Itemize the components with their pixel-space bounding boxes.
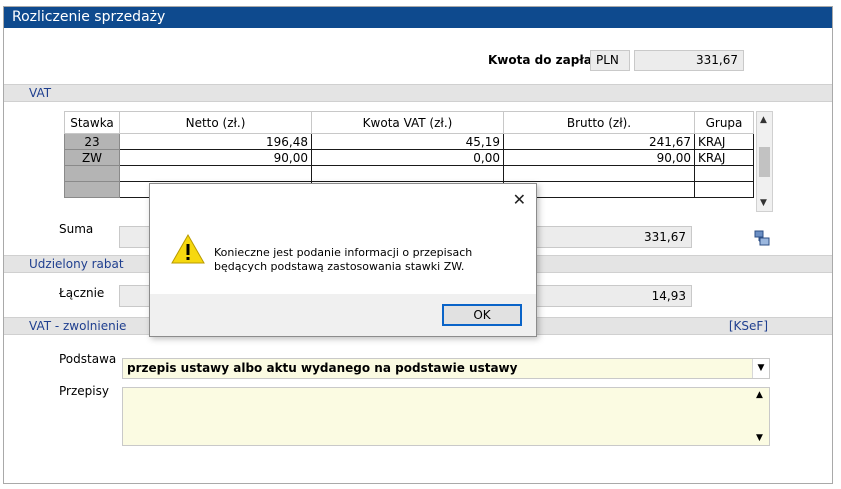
- col-header-net[interactable]: Netto (zł.): [119, 111, 312, 134]
- recalculate-icon[interactable]: [754, 230, 770, 246]
- cell-vat[interactable]: 45,19: [311, 133, 504, 150]
- cell-net[interactable]: 196,48: [119, 133, 312, 150]
- basis-select[interactable]: przepis ustawy albo aktu wydanego na pod…: [122, 358, 770, 379]
- table-row[interactable]: [64, 165, 754, 182]
- cell-gross[interactable]: 241,67: [503, 133, 695, 150]
- scroll-up-icon[interactable]: ▲: [756, 390, 763, 400]
- table-row[interactable]: 23 196,48 45,19 241,67 KRAJ: [64, 133, 754, 150]
- cell-rate[interactable]: ZW: [64, 149, 120, 166]
- scroll-down-icon[interactable]: ▼: [756, 433, 763, 443]
- ksef-link[interactable]: [KSeF]: [729, 318, 768, 334]
- cell-vat[interactable]: [311, 165, 504, 182]
- amount-due-field: 331,67: [634, 50, 744, 71]
- vat-section-title: VAT: [29, 86, 52, 100]
- cell-vat[interactable]: 0,00: [311, 149, 504, 166]
- ok-button[interactable]: OK: [442, 304, 522, 326]
- vat-table-header-row: Stawka Netto (zł.) Kwota VAT (zł.) Brutt…: [64, 111, 754, 134]
- cell-gross[interactable]: [503, 165, 695, 182]
- rules-scrollbar[interactable]: ▲ ▼: [752, 388, 769, 445]
- exemption-section-title: VAT - zwolnienie: [29, 319, 127, 333]
- vat-table-scrollbar[interactable]: ▲ ▼: [756, 111, 773, 212]
- cell-rate[interactable]: 23: [64, 133, 120, 150]
- cell-rate[interactable]: [64, 165, 120, 182]
- warning-dialog: ✕ Konieczne jest podanie informacji o pr…: [149, 183, 537, 337]
- rules-label: Przepisy: [59, 384, 109, 398]
- vat-section-header: VAT: [4, 84, 832, 102]
- discount-section-title: Udzielony rabat: [29, 257, 124, 271]
- col-header-rate[interactable]: Stawka: [64, 111, 120, 134]
- cell-gross[interactable]: 90,00: [503, 149, 695, 166]
- scrollbar-thumb[interactable]: [759, 147, 770, 177]
- dialog-footer: OK: [150, 294, 536, 336]
- warning-icon: [171, 233, 205, 264]
- cell-group[interactable]: [694, 181, 754, 198]
- currency-field: PLN: [590, 50, 630, 71]
- col-header-group[interactable]: Grupa: [694, 111, 754, 134]
- close-icon[interactable]: ✕: [513, 190, 526, 209]
- window-title: Rozliczenie sprzedaży: [4, 7, 832, 28]
- chevron-down-icon[interactable]: ▼: [752, 359, 769, 378]
- cell-group[interactable]: KRAJ: [694, 149, 754, 166]
- discount-total-label: Łącznie: [59, 286, 105, 300]
- amount-due-label: Kwota do zapłaty: [488, 53, 606, 67]
- col-header-vat[interactable]: Kwota VAT (zł.): [311, 111, 504, 134]
- dialog-message: Konieczne jest podanie informacji o prze…: [214, 246, 473, 273]
- cell-group[interactable]: KRAJ: [694, 133, 754, 150]
- cell-rate[interactable]: [64, 181, 120, 198]
- basis-label: Podstawa: [59, 352, 117, 366]
- scroll-down-icon[interactable]: ▼: [760, 198, 767, 208]
- col-header-gross[interactable]: Brutto (zł).: [503, 111, 695, 134]
- rules-textarea[interactable]: ▲ ▼: [122, 387, 770, 446]
- cell-net[interactable]: [119, 165, 312, 182]
- cell-net[interactable]: 90,00: [119, 149, 312, 166]
- cell-group[interactable]: [694, 165, 754, 182]
- table-row[interactable]: ZW 90,00 0,00 90,00 KRAJ: [64, 149, 754, 166]
- basis-select-value: przepis ustawy albo aktu wydanego na pod…: [127, 361, 518, 375]
- sum-label: Suma: [59, 222, 94, 236]
- scroll-up-icon[interactable]: ▲: [760, 115, 767, 125]
